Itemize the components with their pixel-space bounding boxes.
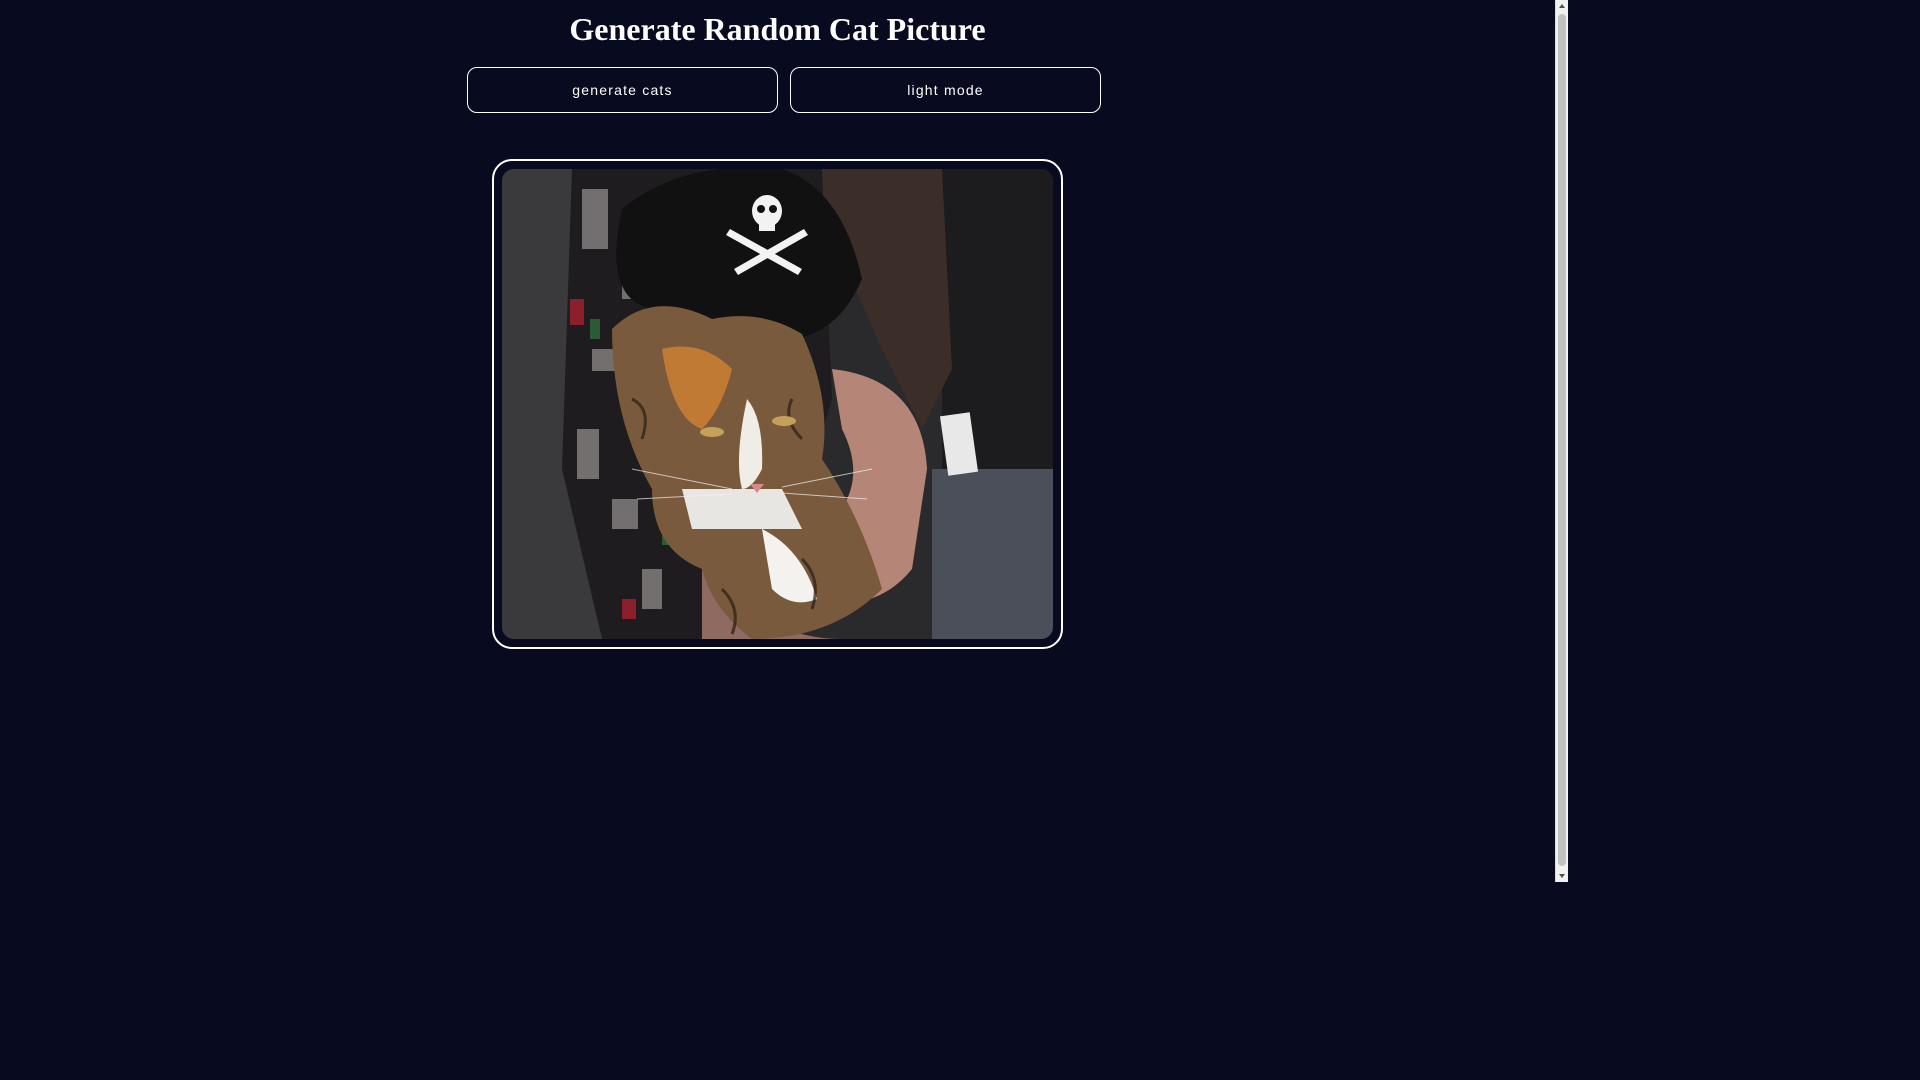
page: Generate Random Cat Picture generate cat… bbox=[0, 0, 1555, 882]
cat-image-frame bbox=[492, 159, 1063, 649]
scrollbar-thumb[interactable] bbox=[1558, 14, 1566, 866]
cat-image bbox=[502, 169, 1053, 639]
page-title: Generate Random Cat Picture bbox=[569, 11, 986, 47]
scroll-up-arrow-icon[interactable] bbox=[1556, 0, 1568, 12]
vertical-scrollbar[interactable] bbox=[1555, 0, 1568, 882]
light-mode-button[interactable]: light mode bbox=[790, 67, 1101, 113]
generate-cats-button[interactable]: generate cats bbox=[467, 67, 778, 113]
scroll-down-arrow-icon[interactable] bbox=[1556, 870, 1568, 882]
